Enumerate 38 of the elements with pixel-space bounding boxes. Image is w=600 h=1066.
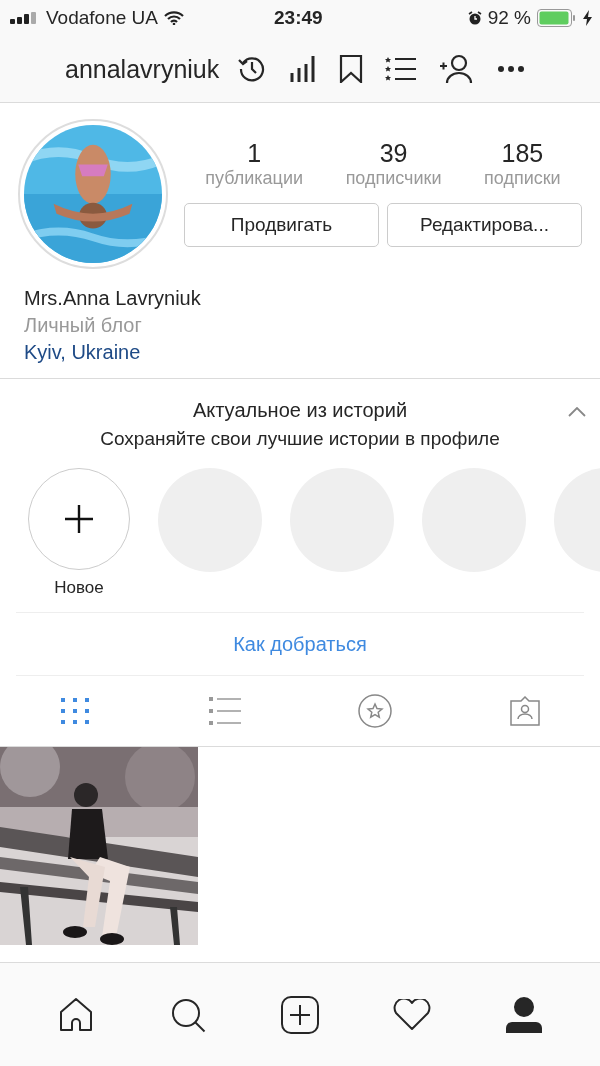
grid-icon [60, 697, 90, 725]
search-icon[interactable] [170, 996, 206, 1033]
full-name: Mrs.Anna Lavryniuk [24, 287, 202, 310]
wifi-icon [164, 11, 184, 25]
directions-link[interactable]: Как добраться [233, 632, 367, 656]
profile-icon[interactable] [506, 996, 542, 1033]
alarm-icon [467, 11, 482, 25]
bookmark-icon[interactable] [339, 55, 364, 83]
profile-button[interactable]: Редактирова... [387, 203, 582, 247]
home-icon[interactable] [58, 996, 94, 1033]
stat-count: 185 [501, 139, 544, 168]
more-icon[interactable] [497, 65, 526, 73]
charging-icon [583, 10, 592, 26]
heart-icon[interactable] [393, 998, 431, 1031]
battery-icon [537, 9, 577, 27]
tagged-person-icon [509, 696, 541, 726]
stat-label: публикации [205, 168, 303, 189]
highlights-subtitle: Сохраняйте свои лучшие истории в профиле [100, 428, 500, 450]
carrier-name: Vodafone UA [46, 7, 158, 29]
add-post-icon[interactable] [281, 995, 319, 1034]
profile-username: annalavryniuk [65, 54, 220, 84]
stat-count: 1 [247, 139, 262, 168]
stat-label: подписчики [345, 168, 442, 189]
profile-button[interactable]: Продвигать [184, 203, 379, 247]
stat-label: подписки [484, 168, 561, 189]
list-icon [209, 697, 241, 725]
location-link[interactable]: Kyiv, Ukraine [24, 341, 582, 364]
profile-category: Личный блог [24, 314, 143, 337]
plus-icon [64, 504, 94, 534]
highlight-label: Новое [54, 578, 104, 598]
highlights-title: Актуальное из историй [192, 399, 408, 422]
clock-time: 23:49 [274, 7, 323, 29]
stat-count: 39 [379, 139, 408, 168]
insights-icon[interactable] [289, 56, 318, 82]
star-circle-icon [358, 694, 392, 728]
chevron-icon[interactable] [568, 407, 586, 417]
starred-list-icon[interactable] [385, 56, 418, 82]
battery-percent: 92 % [487, 7, 531, 29]
